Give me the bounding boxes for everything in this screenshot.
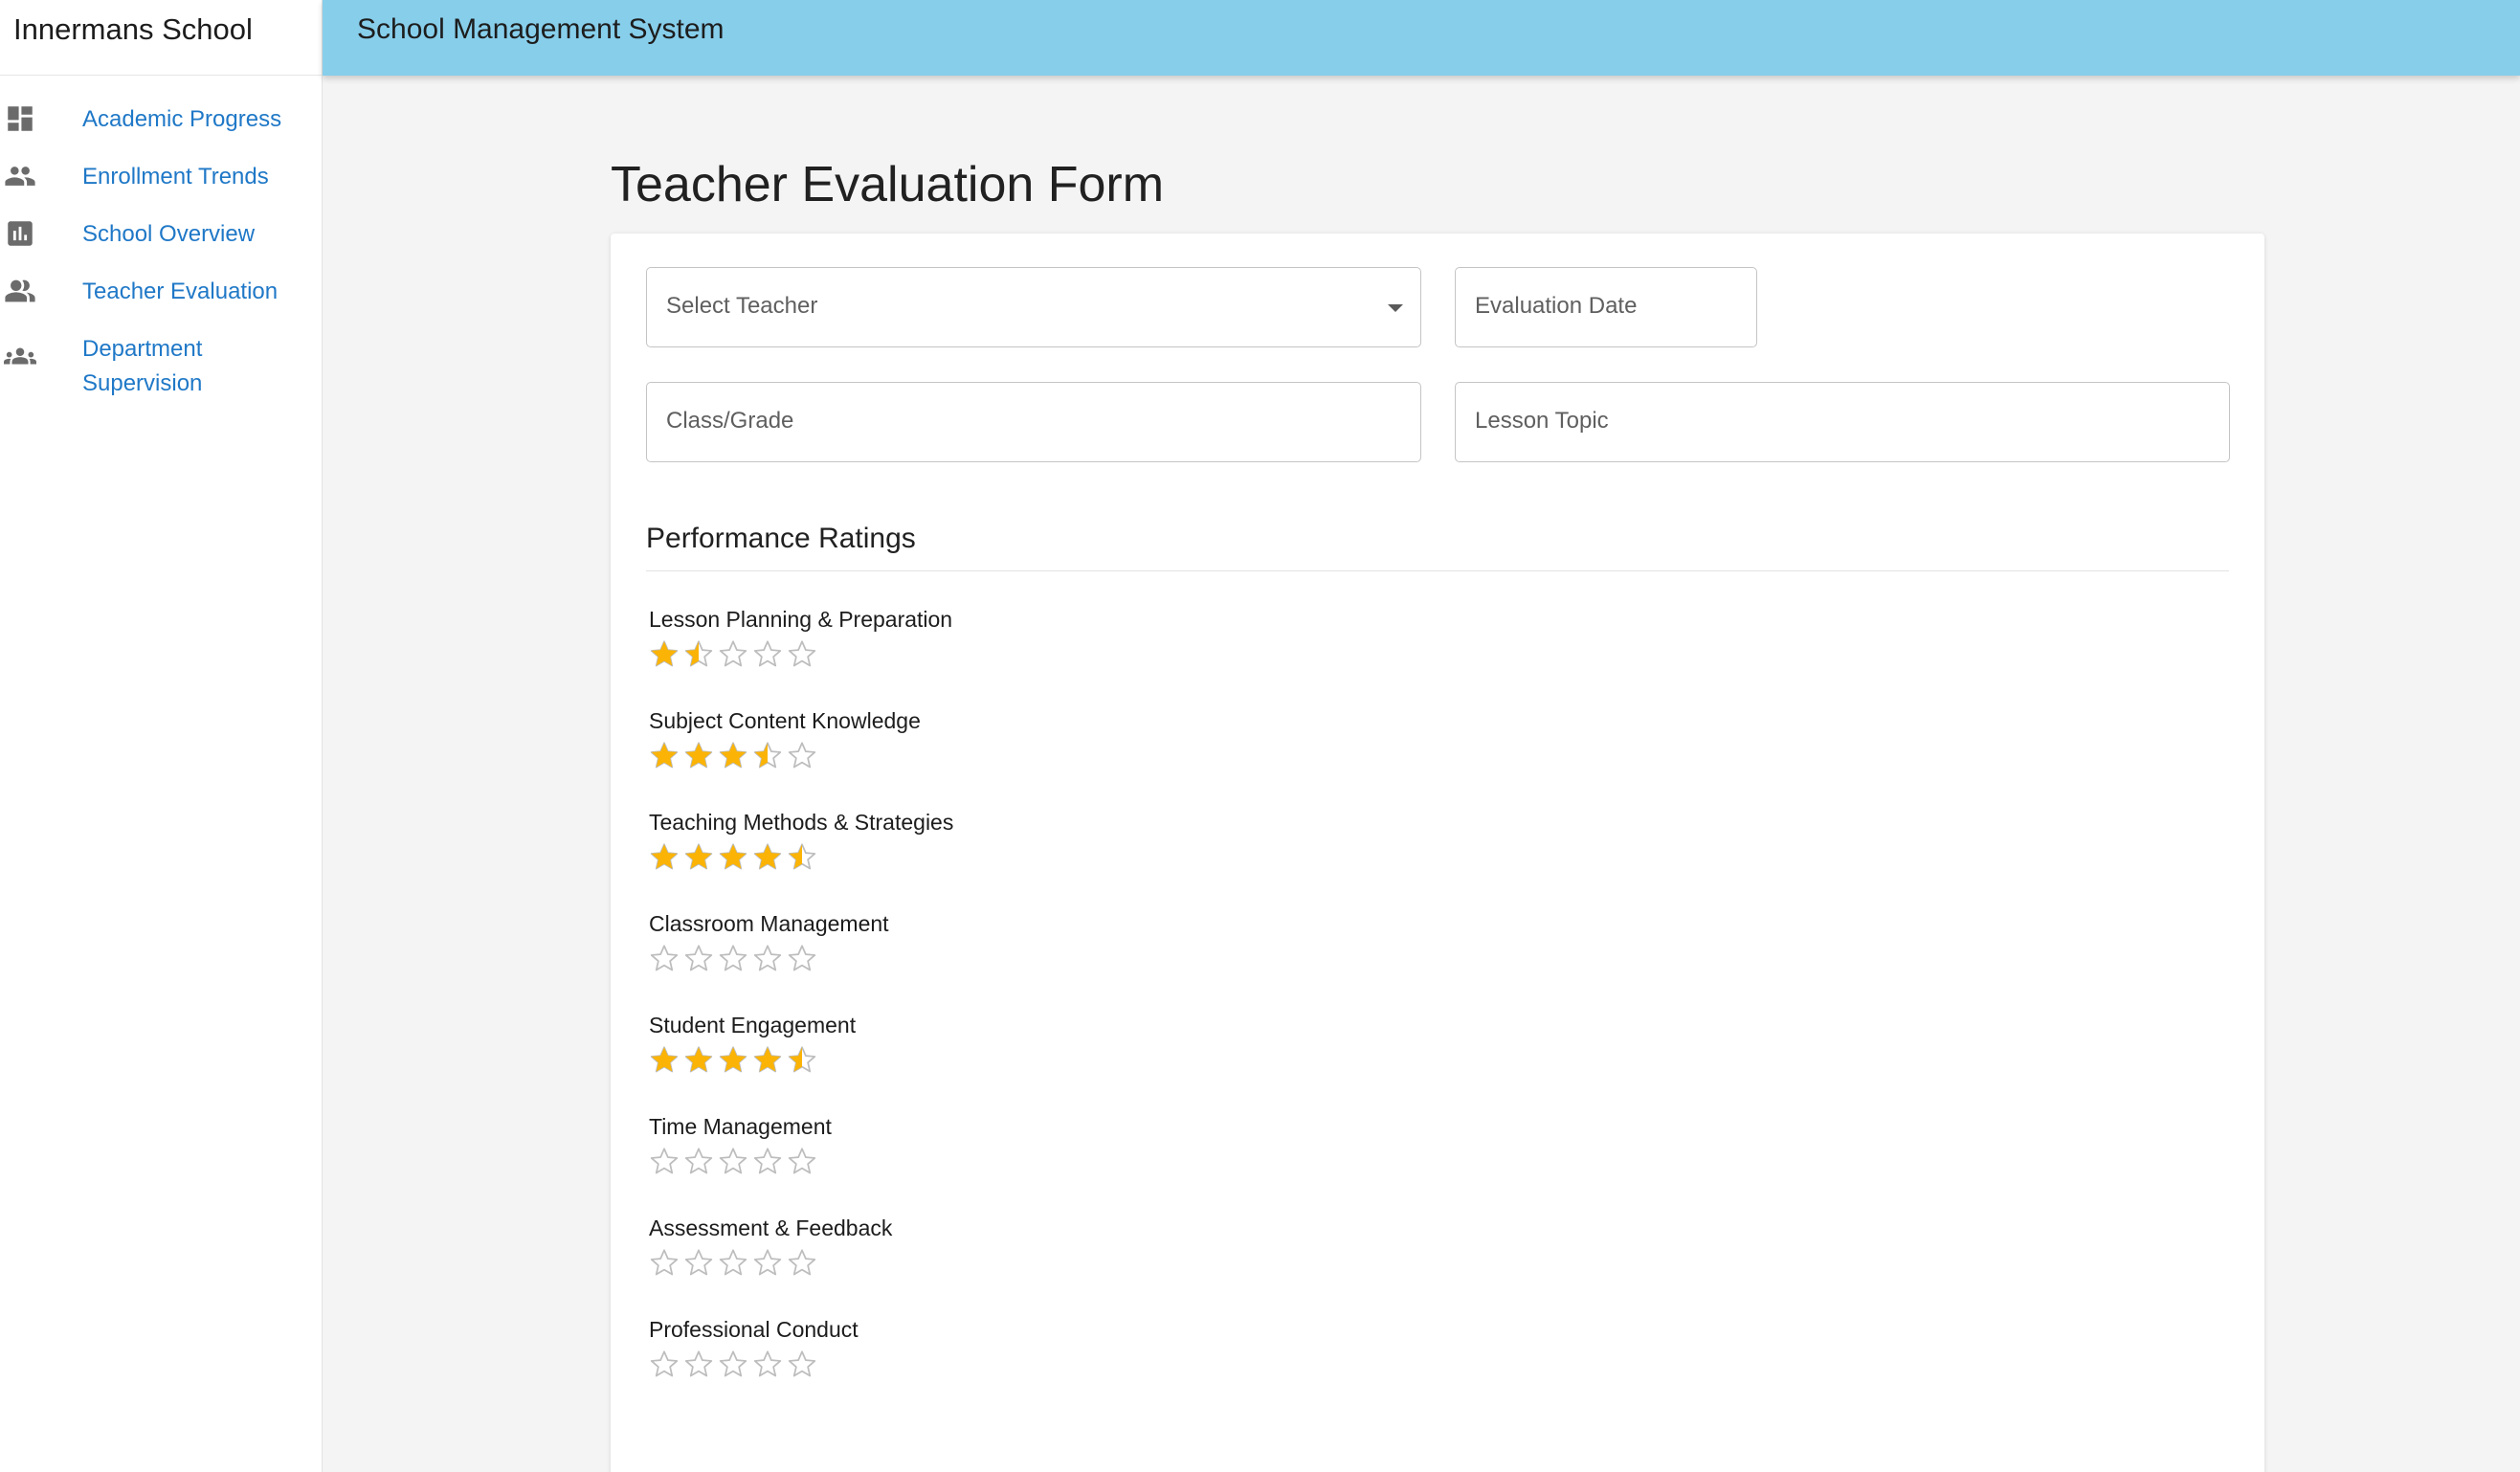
rating-lesson-planning: Lesson Planning & Preparation: [649, 602, 1510, 703]
sidebar-nav: Academic Progress Enrollment Trends Scho…: [0, 91, 322, 413]
rating-classroom-management: Classroom Management: [649, 906, 1510, 1008]
star-rating[interactable]: [649, 1349, 1510, 1379]
star-empty-icon[interactable]: [787, 1349, 817, 1379]
sidebar: Innermans School Academic Progress Enrol…: [0, 0, 323, 1472]
app-title: School Management System: [357, 13, 725, 45]
performance-ratings-title: Performance Ratings: [646, 523, 2229, 571]
sidebar-item-label: School Overview: [82, 221, 256, 247]
page-title: Teacher Evaluation Form: [611, 157, 1165, 212]
brand-title: Innermans School: [0, 0, 322, 76]
sidebar-item-enrollment-trends[interactable]: Enrollment Trends: [0, 148, 322, 206]
sidebar-item-label: Academic Progress: [82, 106, 282, 132]
teacher-select-placeholder: Select Teacher: [666, 293, 818, 319]
rating-student-engagement: Student Engagement: [649, 1008, 1510, 1109]
star-rating[interactable]: [649, 841, 1510, 872]
star-empty-icon[interactable]: [649, 1247, 680, 1278]
star-filled-icon[interactable]: [683, 740, 714, 770]
rating-professional-conduct: Professional Conduct: [649, 1312, 1510, 1414]
rating-subject-knowledge: Subject Content Knowledge: [649, 703, 1510, 805]
rating-label: Classroom Management: [649, 911, 889, 936]
class-grade-input[interactable]: [666, 408, 1346, 435]
star-empty-icon[interactable]: [649, 1146, 680, 1176]
sidebar-item-teacher-evaluation[interactable]: Teacher Evaluation: [0, 263, 322, 321]
people-icon: [0, 160, 82, 192]
star-half-icon[interactable]: [787, 841, 817, 872]
star-filled-icon[interactable]: [718, 841, 748, 872]
sidebar-item-label: Teacher Evaluation: [82, 279, 279, 304]
star-filled-icon[interactable]: [649, 638, 680, 669]
star-half-icon[interactable]: [787, 1044, 817, 1075]
star-empty-icon[interactable]: [787, 638, 817, 669]
class-grade-field[interactable]: [646, 382, 1421, 462]
star-rating[interactable]: [649, 1146, 1510, 1176]
star-filled-icon[interactable]: [752, 1044, 783, 1075]
app-header: School Management System: [323, 0, 2520, 76]
star-filled-icon[interactable]: [718, 1044, 748, 1075]
people-alt-icon: [0, 275, 82, 307]
sidebar-item-label: Enrollment Trends: [82, 164, 269, 190]
star-rating[interactable]: [649, 943, 1510, 973]
bar-chart-icon: [0, 217, 82, 250]
dashboard-icon: [0, 102, 82, 135]
lesson-topic-field[interactable]: [1455, 382, 2230, 462]
rating-label: Student Engagement: [649, 1013, 857, 1037]
star-empty-icon[interactable]: [752, 1247, 783, 1278]
star-empty-icon[interactable]: [787, 1146, 817, 1176]
sidebar-item-school-overview[interactable]: School Overview: [0, 206, 322, 263]
star-filled-icon[interactable]: [752, 841, 783, 872]
rating-label: Subject Content Knowledge: [649, 708, 921, 733]
star-empty-icon[interactable]: [718, 638, 748, 669]
star-empty-icon[interactable]: [683, 1146, 714, 1176]
star-rating[interactable]: [649, 740, 1510, 770]
star-filled-icon[interactable]: [683, 841, 714, 872]
star-empty-icon[interactable]: [649, 1349, 680, 1379]
star-empty-icon[interactable]: [787, 1247, 817, 1278]
star-empty-icon[interactable]: [683, 1349, 714, 1379]
star-rating[interactable]: [649, 1247, 1510, 1278]
star-filled-icon[interactable]: [649, 841, 680, 872]
star-empty-icon[interactable]: [718, 1349, 748, 1379]
star-empty-icon[interactable]: [752, 638, 783, 669]
sidebar-item-academic-progress[interactable]: Academic Progress: [0, 91, 322, 148]
star-empty-icon[interactable]: [752, 943, 783, 973]
star-empty-icon[interactable]: [683, 1247, 714, 1278]
sidebar-item-department-supervision[interactable]: Department Supervision: [0, 321, 322, 413]
star-empty-icon[interactable]: [752, 1146, 783, 1176]
star-empty-icon[interactable]: [787, 943, 817, 973]
ratings-list: Lesson Planning & Preparation Subject Co…: [649, 602, 1510, 1414]
rating-label: Assessment & Feedback: [649, 1216, 893, 1240]
evaluation-date-field[interactable]: [1455, 267, 1757, 347]
star-empty-icon[interactable]: [718, 1146, 748, 1176]
rating-teaching-methods: Teaching Methods & Strategies: [649, 805, 1510, 906]
star-empty-icon[interactable]: [649, 943, 680, 973]
evaluation-date-input[interactable]: [1475, 293, 1728, 320]
star-filled-icon[interactable]: [683, 1044, 714, 1075]
rating-label: Teaching Methods & Strategies: [649, 810, 954, 835]
lesson-topic-input[interactable]: [1475, 408, 2154, 435]
star-empty-icon[interactable]: [683, 943, 714, 973]
star-filled-icon[interactable]: [649, 1044, 680, 1075]
star-empty-icon[interactable]: [718, 1247, 748, 1278]
star-rating[interactable]: [649, 1044, 1510, 1075]
groups-icon: [0, 332, 82, 372]
sidebar-item-label: Department Supervision: [82, 336, 203, 396]
star-filled-icon[interactable]: [718, 740, 748, 770]
star-rating[interactable]: [649, 638, 1510, 669]
star-empty-icon[interactable]: [752, 1349, 783, 1379]
app: Innermans School Academic Progress Enrol…: [0, 0, 2520, 1472]
rating-label: Time Management: [649, 1114, 832, 1139]
rating-label: Professional Conduct: [649, 1317, 859, 1342]
star-empty-icon[interactable]: [718, 943, 748, 973]
star-half-icon[interactable]: [752, 740, 783, 770]
star-filled-icon[interactable]: [649, 740, 680, 770]
chevron-down-icon: [1388, 304, 1403, 312]
rating-time-management: Time Management: [649, 1109, 1510, 1211]
rating-assessment-feedback: Assessment & Feedback: [649, 1211, 1510, 1312]
teacher-select[interactable]: Select Teacher: [646, 267, 1421, 347]
rating-label: Lesson Planning & Preparation: [649, 607, 953, 632]
star-empty-icon[interactable]: [787, 740, 817, 770]
evaluation-form-card: Select Teacher Performance Ratings Lesso…: [611, 234, 2264, 1472]
star-half-icon[interactable]: [683, 638, 714, 669]
